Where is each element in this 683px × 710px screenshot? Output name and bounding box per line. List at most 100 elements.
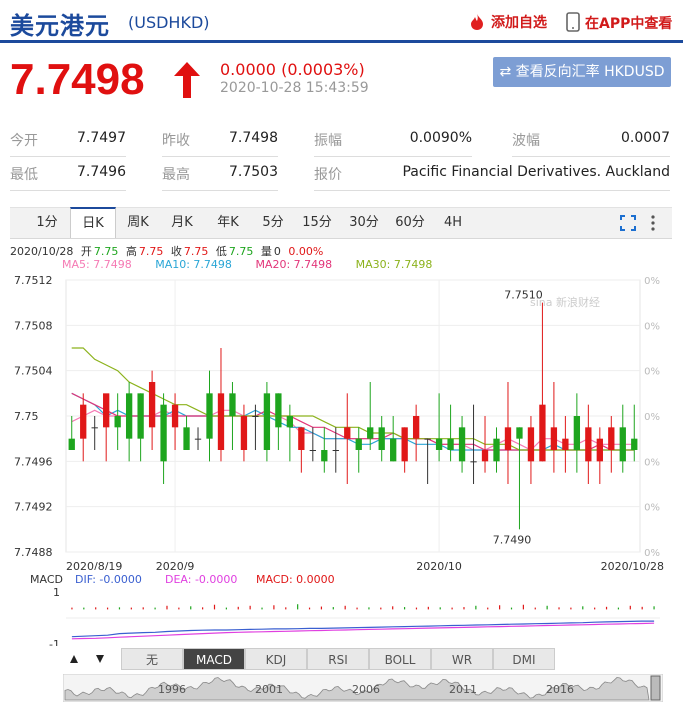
open-app-label: 在APP中查看	[585, 16, 673, 32]
stat-value: 7.7497	[77, 130, 126, 146]
macd-bar	[427, 606, 429, 610]
tab-1min[interactable]: 1分	[28, 208, 66, 238]
candle	[458, 416, 466, 473]
stat-value: 7.7496	[77, 164, 126, 180]
candle-body	[619, 427, 626, 462]
candle-body	[481, 450, 489, 462]
fullscreen-icon[interactable]	[620, 215, 636, 231]
macd-bar	[594, 607, 596, 610]
tab-daily[interactable]: 日K	[70, 207, 116, 238]
open-label: 开	[80, 245, 92, 258]
indicator-boll[interactable]: BOLL	[369, 648, 431, 670]
ma-line-ma10	[71, 392, 635, 451]
y-tick-label: 7.7504	[14, 365, 53, 378]
indicator-rsi[interactable]: RSI	[307, 648, 369, 670]
indicator-wr[interactable]: WR	[431, 648, 493, 670]
ohlc-date: 2020/10/28	[10, 245, 74, 258]
macd-bar	[403, 607, 406, 610]
x-tick-label: 2020/9	[156, 560, 195, 570]
candle-body	[631, 438, 638, 450]
y-tick-label: 7.7508	[14, 319, 53, 332]
right-tick-label: 0%	[644, 457, 660, 468]
macd-bar	[71, 607, 73, 610]
macd-bar	[106, 607, 109, 610]
candle-body	[321, 450, 328, 462]
tab-15min[interactable]: 15分	[298, 208, 336, 238]
tab-5min[interactable]: 5分	[256, 208, 290, 238]
candle	[263, 382, 271, 462]
indicator-tabs: 无 MACD KDJ RSI BOLL WR DMI	[63, 648, 663, 670]
macd-bar	[178, 607, 180, 610]
macd-bar	[510, 607, 513, 610]
candlestick-chart[interactable]: sina 新浪财经 7.75127.75087.75047.757.74967.…	[0, 270, 683, 570]
range-navigator[interactable]: 1996 2001 2006 2011 2016	[63, 674, 663, 702]
candle	[412, 404, 420, 462]
candle	[194, 427, 202, 450]
right-tick-label: 0%	[644, 276, 660, 287]
candle-body	[103, 393, 110, 428]
more-icon[interactable]	[650, 214, 656, 232]
candle-body	[355, 438, 362, 450]
instrument-name: 美元港元	[10, 12, 110, 40]
pct-value: 0.00%	[288, 245, 324, 258]
candle	[355, 427, 362, 473]
navigator-year-label: 2011	[449, 683, 477, 696]
macd-bar	[487, 607, 489, 610]
macd-bar	[475, 605, 477, 610]
candle	[435, 393, 443, 462]
macd-bar	[332, 607, 334, 610]
stat-value: 0.0007	[621, 130, 670, 146]
scroll-up-icon[interactable]	[69, 654, 79, 664]
macd-bar	[154, 607, 156, 610]
phone-icon	[566, 12, 580, 32]
candle	[125, 382, 133, 462]
candle-body	[91, 427, 98, 429]
macd-bar	[439, 607, 441, 610]
candle-body	[194, 438, 202, 440]
indicator-dmi[interactable]: DMI	[493, 648, 555, 670]
x-tick-label: 2020/10	[416, 560, 462, 570]
indicator-kdj[interactable]: KDJ	[245, 648, 307, 670]
scroll-down-icon[interactable]	[95, 654, 105, 664]
candle-body	[596, 438, 603, 462]
candle	[631, 404, 638, 462]
stat-label: 昨收	[162, 133, 190, 149]
open-app-button[interactable]: 在APP中查看	[566, 12, 672, 33]
candle-body	[80, 404, 87, 439]
candle	[275, 393, 282, 450]
current-price: 7.7498	[10, 55, 145, 104]
extreme-label: 7.7490	[493, 533, 532, 546]
stat-value: Pacific Financial Derivatives. Auckland	[402, 164, 670, 180]
close-label: 收	[170, 245, 182, 258]
stat-value: 7.7503	[229, 164, 278, 180]
reverse-rate-button[interactable]: ⇄ 查看反向汇率 HKDUSD	[493, 57, 671, 87]
candle	[504, 382, 512, 484]
candle-body	[367, 427, 374, 439]
ma-line-ma30	[71, 347, 635, 451]
navigator-year-label: 2016	[546, 683, 574, 696]
close-value: 7.75	[183, 245, 209, 258]
flame-icon	[471, 14, 483, 30]
navigator-year-label: 2001	[255, 683, 283, 696]
candle-body	[275, 393, 282, 428]
tab-60min[interactable]: 60分	[390, 208, 430, 238]
candle-body	[206, 393, 213, 439]
tab-yearly[interactable]: 年K	[208, 208, 248, 238]
candle	[91, 416, 98, 450]
macd-bar	[166, 605, 168, 610]
right-tick-label: 0%	[644, 367, 660, 378]
stat-value: 0.0090%	[409, 130, 472, 146]
indicator-none[interactable]: 无	[121, 648, 183, 670]
tab-4h[interactable]: 4H	[438, 208, 468, 238]
indicator-macd[interactable]: MACD	[183, 648, 245, 670]
stats-row-2: 最低 7.7496 最高 7.7503 报价 Pacific Financial…	[0, 156, 683, 190]
tab-30min[interactable]: 30分	[344, 208, 384, 238]
page-header: 美元港元 (USDHKD) 添加自选 在APP中查看	[0, 0, 683, 43]
add-watchlist-button[interactable]: 添加自选	[468, 12, 547, 32]
navigator-handle[interactable]	[650, 675, 661, 701]
macd-bar	[546, 605, 548, 610]
tab-monthly[interactable]: 月K	[162, 208, 202, 238]
navigator-year-label: 2006	[352, 683, 380, 696]
candle	[527, 416, 535, 484]
tab-weekly[interactable]: 周K	[118, 208, 158, 238]
